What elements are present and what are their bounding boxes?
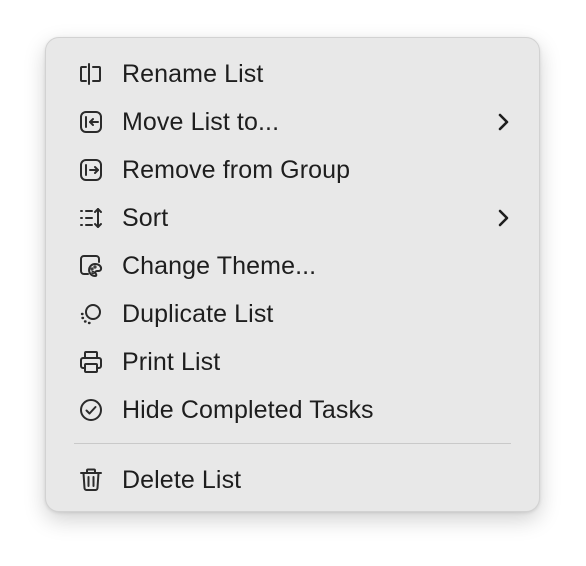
trash-icon [76, 465, 106, 495]
menu-item-label: Move List to... [122, 107, 280, 136]
menu-item-label: Delete List [122, 465, 242, 494]
menu-item-rename-list[interactable]: Rename List [66, 54, 519, 94]
menu-separator [74, 443, 511, 444]
menu-item-label: Duplicate List [122, 299, 274, 328]
context-menu: Rename List Move List to... Remove from … [45, 37, 540, 512]
menu-item-label: Hide Completed Tasks [122, 395, 374, 424]
chevron-right-icon [495, 207, 511, 229]
remove-from-group-icon [76, 155, 106, 185]
chevron-right-icon [495, 111, 511, 133]
menu-item-label: Remove from Group [122, 155, 351, 184]
move-list-icon [76, 107, 106, 137]
menu-item-label: Change Theme... [122, 251, 317, 280]
checkmark-circle-icon [76, 395, 106, 425]
menu-item-label: Rename List [122, 59, 264, 88]
menu-item-print-list[interactable]: Print List [66, 342, 519, 382]
sort-icon [76, 203, 106, 233]
menu-item-label: Print List [122, 347, 221, 376]
menu-item-remove-from-group[interactable]: Remove from Group [66, 150, 519, 190]
printer-icon [76, 347, 106, 377]
menu-item-label: Sort [122, 203, 169, 232]
menu-item-sort[interactable]: Sort [66, 198, 519, 238]
palette-icon [76, 251, 106, 281]
menu-item-duplicate-list[interactable]: Duplicate List [66, 294, 519, 334]
rename-icon [76, 59, 106, 89]
duplicate-icon [76, 299, 106, 329]
menu-item-move-list[interactable]: Move List to... [66, 102, 519, 142]
menu-item-hide-completed-tasks[interactable]: Hide Completed Tasks [66, 390, 519, 430]
menu-item-delete-list[interactable]: Delete List [66, 460, 519, 500]
menu-item-change-theme[interactable]: Change Theme... [66, 246, 519, 286]
